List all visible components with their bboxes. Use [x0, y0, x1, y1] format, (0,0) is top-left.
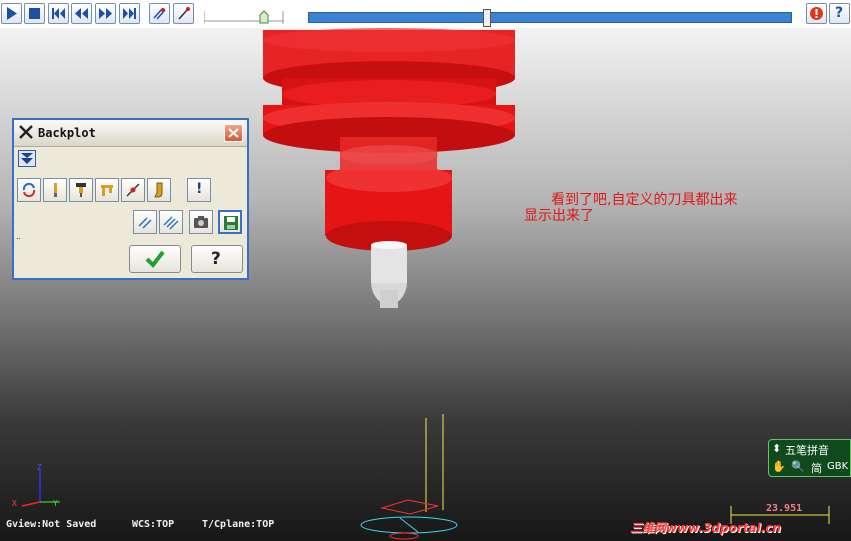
- axis-z-label: Z: [37, 463, 42, 472]
- info-button[interactable]: !: [187, 178, 211, 202]
- cycle-button[interactable]: [17, 178, 41, 202]
- ime-mode-label: 五笔拼音: [785, 444, 829, 457]
- search-icon: 🔍: [791, 460, 805, 473]
- verify-button[interactable]: [133, 210, 157, 234]
- step-back-button[interactable]: [71, 3, 92, 24]
- ime-toolbar[interactable]: ⬍ 五笔拼音 ✋ 🔍 简 GBK: [768, 439, 851, 477]
- backplot-toolbar: ?: [0, 0, 851, 28]
- stop-condition-button[interactable]: [806, 3, 827, 24]
- x-logo-icon: [19, 125, 33, 139]
- site-watermark: 三维网www.3dportal.cn: [630, 521, 781, 535]
- help-icon: ?: [835, 5, 844, 21]
- dialog-dots: ..: [16, 232, 22, 241]
- save-button[interactable]: [218, 210, 242, 234]
- ime-encoding-label: GBK: [827, 461, 849, 472]
- expand-down-icon: [21, 153, 33, 164]
- chevron-icon: ⬍: [772, 442, 782, 455]
- exclamation-icon: !: [196, 181, 203, 197]
- expand-button[interactable]: [18, 150, 36, 167]
- camera-button[interactable]: [189, 210, 213, 234]
- tool-display-icon: [178, 7, 190, 20]
- skip-end-icon: [123, 8, 136, 19]
- question-icon: ?: [211, 249, 221, 269]
- tcplane-status: T/Cplane:TOP: [202, 519, 275, 530]
- help-button[interactable]: ?: [829, 3, 850, 24]
- axis-tool-icon: [101, 185, 113, 196]
- step-forward-button[interactable]: [95, 3, 116, 24]
- rapid-icon: [126, 183, 140, 197]
- skip-start-button[interactable]: [48, 3, 69, 24]
- ok-button[interactable]: [129, 245, 181, 273]
- axis-y-label: Y: [53, 499, 58, 508]
- close-icon: [228, 128, 239, 138]
- axis-triad: Z Y X: [12, 463, 60, 508]
- skip-end-button[interactable]: [119, 3, 140, 24]
- axis-x-label: X: [12, 499, 17, 508]
- stop-button[interactable]: [24, 3, 45, 24]
- hand-icon: ✋: [772, 460, 786, 473]
- stop-icon: [29, 8, 40, 19]
- gview-status: Gview:Not Saved: [6, 519, 97, 530]
- shank-button[interactable]: [147, 178, 171, 202]
- hatch-button[interactable]: [159, 210, 183, 234]
- save-icon: [224, 216, 238, 230]
- axis-tool-button[interactable]: [95, 178, 119, 202]
- play-button[interactable]: [1, 3, 22, 24]
- play-icon: [7, 7, 17, 20]
- holder-button[interactable]: [69, 178, 93, 202]
- timeline-thumb[interactable]: [483, 9, 491, 27]
- dialog-titlebar[interactable]: Backplot: [14, 120, 247, 147]
- tool-display-button[interactable]: [173, 3, 194, 24]
- checkmark-icon: [145, 250, 165, 269]
- step-back-icon: [75, 8, 88, 19]
- dialog-title: Backplot: [38, 126, 96, 140]
- ime-simplified-label: 简: [811, 462, 822, 475]
- stop-condition-icon: [810, 7, 823, 20]
- trail-display-button[interactable]: [149, 3, 170, 24]
- verify-icon: [138, 217, 152, 229]
- rapid-button[interactable]: [121, 178, 145, 202]
- wcs-status: WCS:TOP: [132, 519, 175, 530]
- playback-timeline[interactable]: [308, 12, 792, 23]
- dimension-value: 23.951: [766, 503, 803, 514]
- hatch-icon: [163, 216, 179, 230]
- trail-display-icon: [153, 8, 166, 20]
- holder-icon: [76, 183, 86, 197]
- annotation-line-2: 显示出来了: [524, 208, 594, 224]
- backplot-dialog: Backplot ! .. ?: [12, 118, 249, 280]
- dialog-help-button[interactable]: ?: [191, 245, 243, 273]
- close-button[interactable]: [224, 124, 243, 142]
- speed-slider[interactable]: [204, 8, 284, 24]
- tool-icon: [54, 183, 57, 197]
- camera-icon: [194, 216, 208, 228]
- step-forward-icon: [99, 8, 112, 19]
- skip-start-icon: [52, 8, 65, 19]
- shank-icon: [154, 182, 163, 198]
- cycle-icon: [22, 182, 36, 198]
- tool-button[interactable]: [43, 178, 67, 202]
